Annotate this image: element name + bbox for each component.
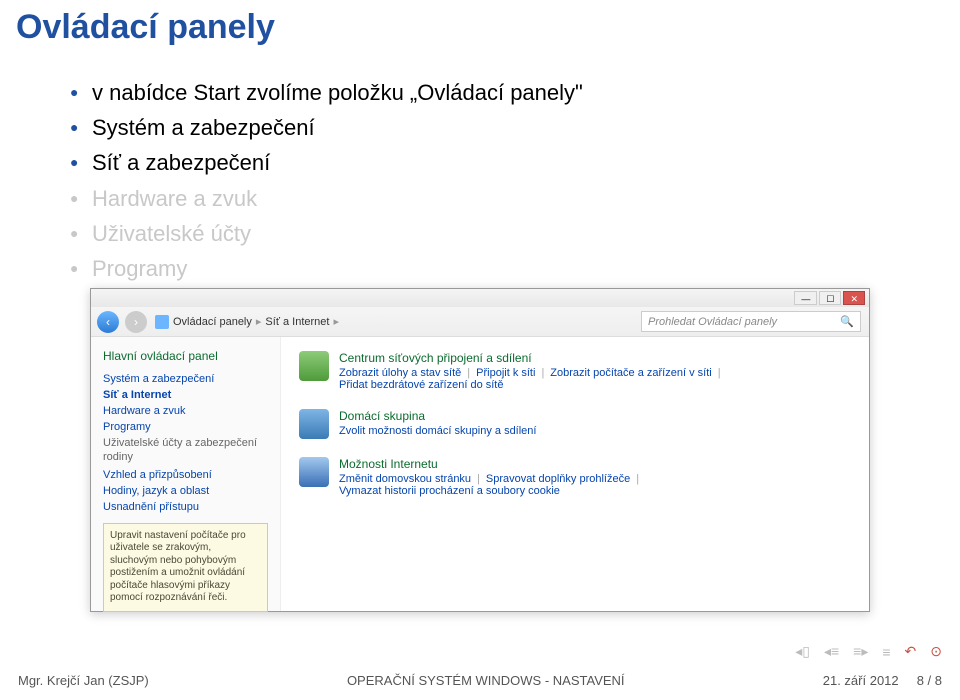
group-homegroup: Domácí skupina Zvolit možnosti domácí sk… — [299, 409, 851, 439]
footer-page: 8 / 8 — [917, 673, 942, 688]
forward-button[interactable]: › — [125, 311, 147, 333]
nav-next-icon[interactable]: ≡▸ — [853, 643, 868, 660]
link[interactable]: Spravovat doplňky prohlížeče — [486, 473, 630, 485]
group-internet-options: Možnosti Internetu Změnit domovskou strá… — [299, 457, 851, 497]
minimize-button[interactable]: — — [794, 291, 817, 305]
sidebar-item[interactable]: Hardware a zvuk — [103, 403, 268, 419]
network-icon — [299, 351, 329, 381]
nav-prev-icon[interactable]: ◂≡ — [824, 643, 839, 660]
window-titlebar: — ☐ ✕ — [91, 289, 869, 307]
link[interactable]: Zobrazit počítače a zařízení v síti — [550, 367, 711, 379]
control-panel-icon — [155, 315, 169, 329]
group-title[interactable]: Centrum síťových připojení a sdílení — [339, 351, 851, 365]
link[interactable]: Vymazat historii procházení a soubory co… — [339, 485, 560, 497]
back-button[interactable]: ‹ — [97, 311, 119, 333]
slide-footer: Mgr. Krejčí Jan (ZSJP) OPERAČNÍ SYSTÉM W… — [0, 673, 960, 688]
bullet-list: v nabídce Start zvolíme položku „Ovládac… — [0, 55, 960, 286]
globe-icon — [299, 457, 329, 487]
breadcrumb[interactable]: Ovládací panely ▸ Síť a Internet ▸ — [155, 315, 621, 329]
beamer-nav-icons: ◂▯ ◂≡ ≡▸ ≡ ↶ ⊙ — [795, 643, 942, 660]
nav-next-section-icon[interactable]: ≡ — [882, 644, 890, 660]
link[interactable]: Přidat bezdrátové zařízení do sítě — [339, 379, 503, 391]
slide-title: Ovládací panely — [0, 0, 960, 55]
footer-author: Mgr. Krejčí Jan (ZSJP) — [18, 673, 149, 688]
sidebar-item[interactable]: Programy — [103, 419, 268, 435]
bullet-item: Programy — [70, 251, 960, 286]
sidebar-item[interactable]: Systém a zabezpečení — [103, 371, 268, 387]
sidebar-item[interactable]: Vzhled a přizpůsobení — [103, 467, 268, 483]
sidebar-item[interactable]: Uživatelské účty a zabezpečení rodiny — [103, 435, 268, 467]
link[interactable]: Zvolit možnosti domácí skupiny a sdílení — [339, 425, 536, 437]
bullet-item: Síť a zabezpečení — [70, 145, 960, 180]
close-button[interactable]: ✕ — [843, 291, 865, 305]
search-placeholder: Prohledat Ovládací panely — [648, 316, 777, 328]
homegroup-icon — [299, 409, 329, 439]
sidebar-item[interactable]: Hodiny, jazyk a oblast — [103, 483, 268, 499]
footer-title: OPERAČNÍ SYSTÉM WINDOWS - NASTAVENÍ — [149, 673, 823, 688]
bullet-item: Uživatelské účty — [70, 216, 960, 251]
sidebar-item[interactable]: Usnadnění přístupu — [103, 499, 268, 515]
sidebar-heading[interactable]: Hlavní ovládací panel — [103, 349, 268, 363]
window-nav: ‹ › Ovládací panely ▸ Síť a Internet ▸ P… — [91, 307, 869, 337]
control-panel-window: — ☐ ✕ ‹ › Ovládací panely ▸ Síť a Intern… — [90, 288, 870, 612]
link[interactable]: Změnit domovskou stránku — [339, 473, 471, 485]
sidebar-item[interactable]: Síť a Internet — [103, 387, 268, 403]
group-title[interactable]: Domácí skupina — [339, 409, 536, 423]
bullet-item: Hardware a zvuk — [70, 181, 960, 216]
chevron-right-icon: ▸ — [333, 315, 339, 328]
bullet-item: Systém a zabezpečení — [70, 110, 960, 145]
footer-date: 21. září 2012 — [823, 673, 899, 688]
nav-back-icon[interactable]: ↶ — [905, 643, 917, 660]
bullet-item: v nabídce Start zvolíme položku „Ovládac… — [70, 75, 960, 110]
breadcrumb-part[interactable]: Ovládací panely — [173, 316, 252, 328]
link[interactable]: Zobrazit úlohy a stav sítě — [339, 367, 461, 379]
maximize-button[interactable]: ☐ — [819, 291, 841, 305]
link[interactable]: Připojit k síti — [476, 367, 535, 379]
group-network-sharing: Centrum síťových připojení a sdílení Zob… — [299, 351, 851, 391]
chevron-right-icon: ▸ — [256, 315, 262, 328]
nav-search-icon[interactable]: ⊙ — [930, 643, 942, 660]
search-icon: 🔍 — [840, 315, 854, 328]
main-pane: Centrum síťových připojení a sdílení Zob… — [281, 337, 869, 611]
breadcrumb-part[interactable]: Síť a Internet — [265, 316, 329, 328]
group-title[interactable]: Možnosti Internetu — [339, 457, 851, 471]
tooltip: Upravit nastavení počítače pro uživatele… — [103, 523, 268, 612]
sidebar: Hlavní ovládací panel Systém a zabezpeče… — [91, 337, 281, 611]
nav-prev-section-icon[interactable]: ◂▯ — [795, 643, 810, 660]
search-input[interactable]: Prohledat Ovládací panely 🔍 — [641, 311, 861, 332]
